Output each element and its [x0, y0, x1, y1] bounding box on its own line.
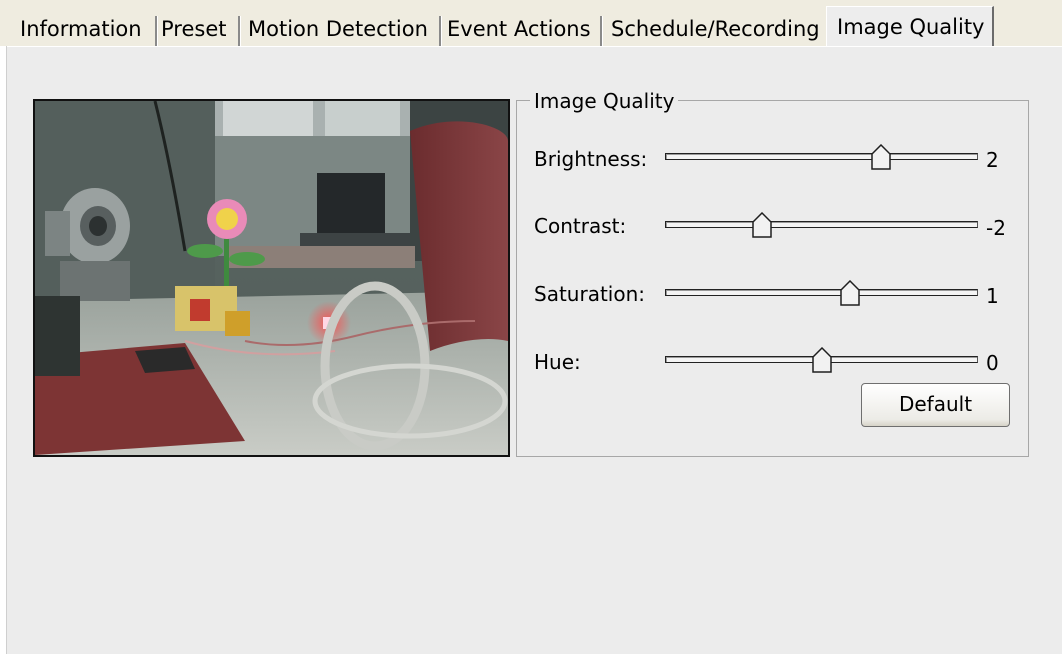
contrast-slider-thumb[interactable]: [752, 212, 772, 238]
contrast-slider[interactable]: [665, 221, 978, 228]
brightness-label: Brightness:: [534, 147, 648, 171]
tab-label: Schedule/Recording: [611, 17, 820, 41]
tab-information[interactable]: Information: [12, 12, 158, 46]
brightness-slider-thumb[interactable]: [871, 144, 891, 170]
tab-label: Information: [20, 17, 142, 41]
hue-label: Hue:: [534, 350, 581, 374]
tab-label: Event Actions: [447, 17, 591, 41]
saturation-slider[interactable]: [665, 289, 978, 296]
tab-label: Motion Detection: [248, 17, 428, 41]
tab-strip: Information Preset Motion Detection Even…: [0, 0, 1062, 46]
saturation-label: Saturation:: [534, 282, 645, 306]
hue-value: 0: [986, 351, 999, 375]
tab-event-actions[interactable]: Event Actions: [439, 12, 603, 46]
contrast-label: Contrast:: [534, 214, 627, 238]
panel-edge: [6, 46, 7, 654]
tab-label: Preset: [161, 17, 227, 41]
brightness-value: 2: [986, 148, 999, 172]
default-button[interactable]: Default: [861, 383, 1010, 427]
contrast-value: -2: [986, 216, 1006, 240]
tab-schedule-recording[interactable]: Schedule/Recording: [603, 12, 827, 46]
camera-settings-window: Information Preset Motion Detection Even…: [0, 0, 1062, 654]
group-title: Image Quality: [530, 88, 679, 114]
camera-preview-image: [35, 101, 508, 455]
hue-slider-thumb[interactable]: [811, 347, 832, 373]
saturation-slider-thumb[interactable]: [839, 280, 860, 306]
tab-preset[interactable]: Preset: [153, 12, 241, 46]
tab-motion-detection[interactable]: Motion Detection: [240, 12, 442, 46]
saturation-value: 1: [986, 284, 999, 308]
camera-preview: [33, 99, 510, 457]
tab-label: Image Quality: [837, 15, 985, 39]
brightness-slider[interactable]: [665, 153, 978, 160]
tab-image-quality[interactable]: Image Quality: [826, 6, 994, 46]
